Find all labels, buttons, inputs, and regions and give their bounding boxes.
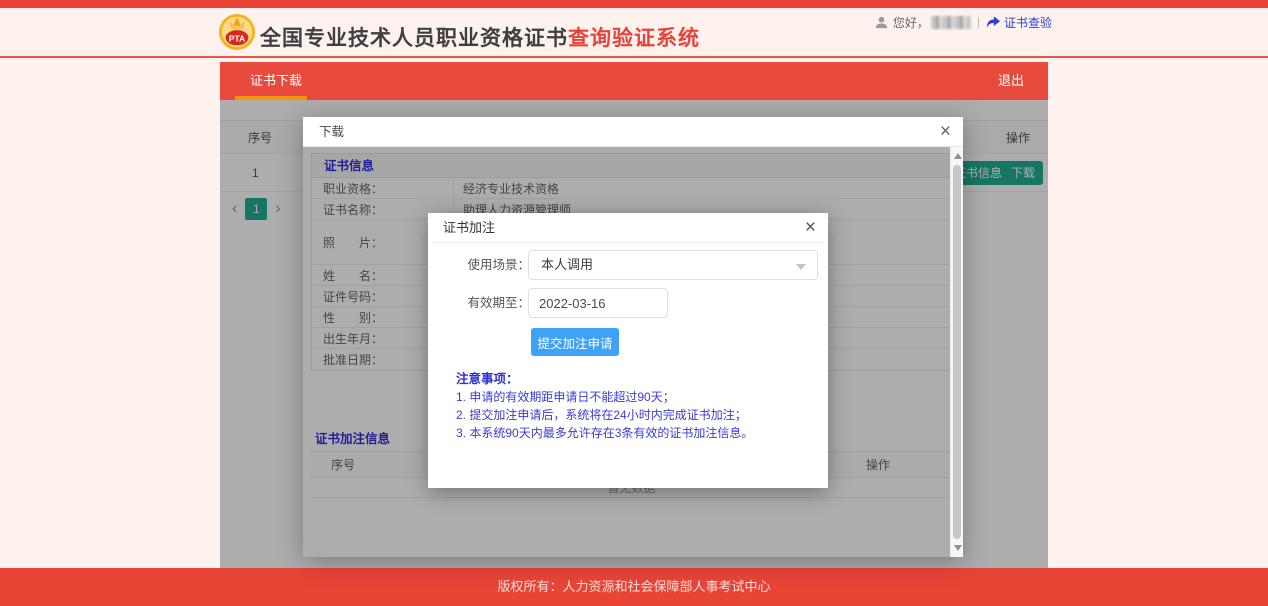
usage-scene-select[interactable]: 本人调用 [528, 250, 818, 280]
expiry-date-label: 有效期至： [450, 288, 530, 318]
page-title-accent: 查询验证系统 [568, 27, 700, 50]
note-line-2: 2. 提交加注申请后，系统将在24小时内完成证书加注； [456, 406, 747, 423]
page: PTA 全国专业技术人员职业资格证书查询验证系统 您好， | 证书查验 证书下载… [0, 0, 1268, 606]
pta-logo-icon: PTA [218, 13, 256, 51]
usage-scene-value: 本人调用 [541, 251, 593, 279]
annotate-modal: 证书加注 × 使用场景： 本人调用 有效期至： 提交加注申请 注意事项： 1. … [428, 213, 828, 488]
download-modal-title: 下载 [319, 117, 344, 147]
download-modal-close-icon[interactable]: × [940, 119, 951, 145]
page-title: 全国专业技术人员职业资格证书查询验证系统 [260, 22, 700, 52]
logout-button[interactable]: 退出 [998, 62, 1024, 100]
copyright-text: 版权所有：人力资源和社会保障部人事考试中心 [497, 579, 770, 594]
top-red-bar [0, 0, 1268, 8]
usage-scene-label: 使用场景： [450, 250, 530, 280]
tab-certificate-download[interactable]: 证书下载 [235, 62, 317, 100]
footer: 版权所有：人力资源和社会保障部人事考试中心 [0, 568, 1268, 606]
user-area: 您好， | 证书查验 [874, 13, 1052, 31]
download-modal-header: 下载 × [303, 117, 963, 147]
forward-arrow-icon [986, 16, 1000, 29]
expiry-date-input[interactable] [528, 288, 668, 318]
nav-bar: 证书下载 退出 [220, 62, 1048, 100]
annotate-modal-header: 证书加注 × [428, 213, 828, 243]
tab-label: 证书下载 [250, 73, 302, 88]
page-title-main: 全国专业技术人员职业资格证书 [260, 27, 568, 50]
greeting-text: 您好， [893, 14, 929, 31]
note-line-1: 1. 申请的有效期距申请日不能超过90天； [456, 388, 675, 405]
verify-link-label: 证书查验 [1004, 14, 1052, 31]
note-line-3: 3. 本系统90天内最多允许存在3条有效的证书加注信息。 [456, 424, 753, 441]
scroll-up-arrow-icon[interactable] [954, 153, 962, 159]
annotate-modal-close-icon[interactable]: × [805, 215, 816, 241]
notes-title: 注意事项： [456, 368, 519, 387]
username-censored [931, 16, 971, 29]
annotate-modal-title: 证书加注 [443, 213, 495, 243]
chevron-down-icon [796, 264, 806, 270]
modal-scrollbar[interactable] [950, 147, 963, 557]
svg-text:PTA: PTA [229, 34, 245, 44]
separator: | [977, 15, 980, 29]
user-icon [874, 15, 889, 30]
scrollbar-thumb[interactable] [953, 165, 961, 539]
scroll-down-arrow-icon[interactable] [954, 545, 962, 551]
logout-label: 退出 [998, 73, 1024, 88]
submit-annotation-button[interactable]: 提交加注申请 [531, 328, 619, 356]
certificate-verify-link[interactable]: 证书查验 [986, 14, 1052, 31]
header-divider [0, 56, 1268, 58]
